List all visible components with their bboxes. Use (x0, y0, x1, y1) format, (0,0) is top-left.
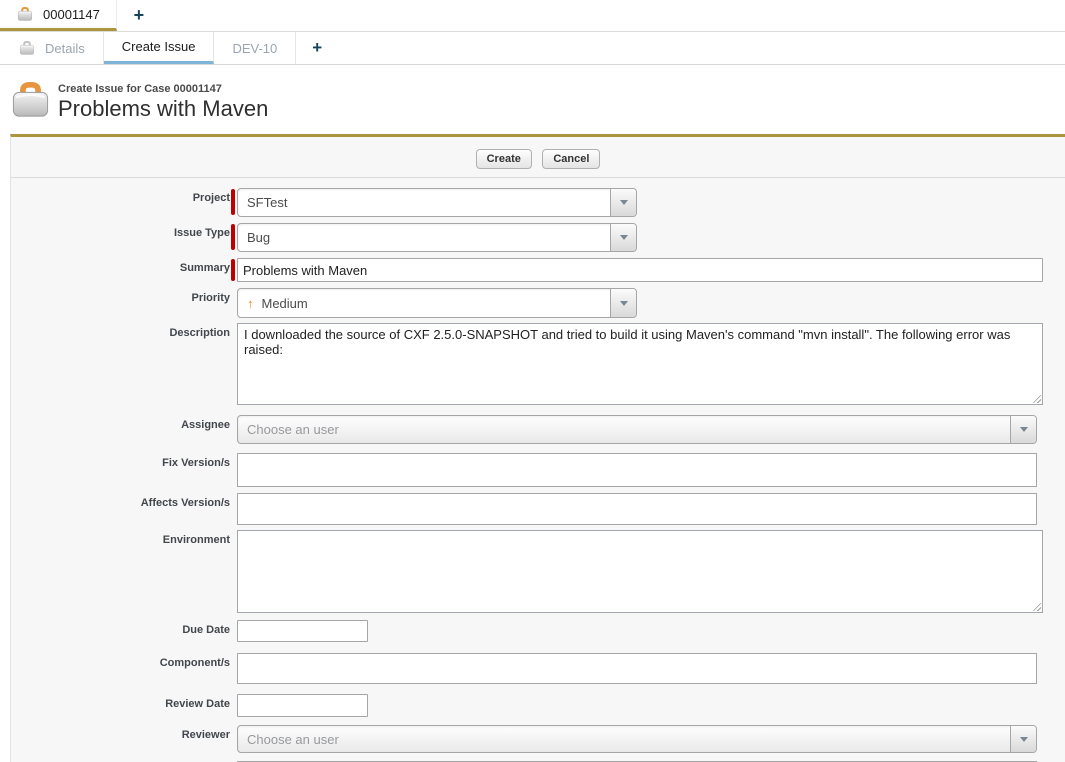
tab-details[interactable]: Details (0, 32, 104, 64)
required-marker: Bug (237, 223, 637, 252)
page-title: Problems with Maven (58, 96, 268, 122)
summary-label: Summary (11, 258, 230, 274)
fix-versions-input[interactable] (237, 453, 1037, 487)
assignee-placeholder: Choose an user (238, 416, 1010, 443)
description-textarea[interactable]: I downloaded the source of CXF 2.5.0-SNA… (237, 323, 1043, 405)
environment-label: Environment (11, 530, 230, 546)
add-case-tab-button[interactable]: + (117, 0, 161, 31)
issue-type-label: Issue Type (11, 223, 230, 239)
page-header: Create Issue for Case 00001147 Problems … (0, 65, 1065, 134)
add-workspace-tab-button[interactable]: + (296, 32, 338, 64)
plus-icon: + (312, 38, 322, 58)
summary-input[interactable] (237, 258, 1043, 282)
issue-type-select[interactable]: Bug (237, 223, 637, 252)
priority-medium-arrow-up-icon: ↑ (247, 296, 254, 311)
project-select[interactable]: SFTest (237, 188, 637, 217)
field-row-issue-type: Issue Type Bug (11, 223, 1065, 252)
field-row-description: Description I downloaded the source of C… (11, 323, 1065, 405)
project-label: Project (11, 188, 230, 204)
form-actions: Create Cancel (11, 137, 1065, 178)
field-row-fix-versions: Fix Version/s (11, 453, 1065, 487)
issue-type-value: Bug (238, 224, 610, 251)
reviewer-label: Reviewer (11, 725, 230, 741)
environment-textarea[interactable] (237, 530, 1043, 613)
field-row-due-date: Due Date (11, 620, 1065, 642)
case-icon-gray (18, 40, 36, 56)
chevron-down-icon (1020, 427, 1028, 432)
workspace-tab-bar: Details Create Issue DEV-10 + (0, 31, 1065, 65)
field-row-review-date: Review Date (11, 694, 1065, 717)
cancel-button[interactable]: Cancel (542, 149, 600, 169)
field-row-environment: Environment (11, 530, 1065, 613)
tab-label: Details (45, 41, 85, 56)
create-button[interactable]: Create (476, 149, 532, 169)
reviewer-placeholder: Choose an user (238, 726, 1010, 752)
priority-value: Medium (262, 296, 308, 311)
create-issue-form: Project SFTest Issue Type Bug Summary (11, 178, 1065, 762)
field-row-affects-versions: Affects Version/s (11, 493, 1065, 525)
reviewer-select[interactable]: Choose an user (237, 725, 1037, 753)
field-row-reviewer: Reviewer Choose an user (11, 725, 1065, 753)
components-input[interactable] (237, 653, 1037, 684)
create-issue-case-icon (11, 81, 50, 119)
field-wrap (237, 493, 1037, 525)
case-icon (16, 6, 34, 22)
fix-versions-label: Fix Version/s (11, 453, 230, 469)
field-wrap: Choose an user (237, 415, 1037, 444)
field-row-summary: Summary (11, 258, 1065, 282)
priority-dropdown-button[interactable] (610, 289, 636, 317)
header-context: Create Issue for Case 00001147 (58, 83, 268, 95)
chevron-down-icon (620, 235, 628, 240)
field-row-project: Project SFTest (11, 188, 1065, 217)
tab-label: 00001147 (43, 7, 100, 22)
project-value: SFTest (238, 189, 610, 216)
field-wrap (237, 530, 1043, 613)
required-marker: SFTest (237, 188, 637, 217)
due-date-label: Due Date (11, 620, 230, 636)
field-wrap: Choose an user (237, 725, 1037, 753)
field-wrap (237, 620, 368, 642)
field-wrap (237, 694, 368, 717)
field-wrap (237, 453, 1037, 487)
tab-case-00001147[interactable]: 00001147 (0, 0, 117, 31)
field-wrap: ↑ Medium (237, 288, 637, 318)
tab-label: Create Issue (122, 39, 196, 54)
review-date-label: Review Date (11, 694, 230, 710)
description-label: Description (11, 323, 230, 339)
chevron-down-icon (620, 301, 628, 306)
issue-type-dropdown-button[interactable] (610, 224, 636, 251)
due-date-input[interactable] (237, 620, 368, 642)
affects-versions-label: Affects Version/s (11, 493, 230, 509)
field-row-priority: Priority ↑ Medium (11, 288, 1065, 318)
assignee-dropdown-button[interactable] (1010, 416, 1036, 443)
browser-tab-bar: 00001147 + (0, 0, 1065, 31)
chevron-down-icon (620, 200, 628, 205)
review-date-input[interactable] (237, 694, 368, 717)
project-dropdown-button[interactable] (610, 189, 636, 216)
chevron-down-icon (1020, 737, 1028, 742)
affects-versions-input[interactable] (237, 493, 1037, 525)
tab-label: DEV-10 (232, 41, 277, 56)
field-row-components: Component/s (11, 653, 1065, 684)
create-issue-panel: Create Cancel Project SFTest Issue Type … (10, 134, 1065, 762)
priority-select[interactable]: ↑ Medium (237, 288, 637, 318)
assignee-label: Assignee (11, 415, 230, 431)
field-wrap (237, 653, 1037, 684)
reviewer-dropdown-button[interactable] (1010, 726, 1036, 752)
plus-icon: + (134, 5, 145, 26)
tab-dev-10[interactable]: DEV-10 (214, 32, 296, 64)
field-wrap: I downloaded the source of CXF 2.5.0-SNA… (237, 323, 1043, 405)
components-label: Component/s (11, 653, 230, 669)
tab-create-issue[interactable]: Create Issue (104, 32, 215, 64)
assignee-select[interactable]: Choose an user (237, 415, 1037, 444)
required-marker (237, 258, 1043, 282)
field-row-assignee: Assignee Choose an user (11, 415, 1065, 444)
priority-label: Priority (11, 288, 230, 304)
